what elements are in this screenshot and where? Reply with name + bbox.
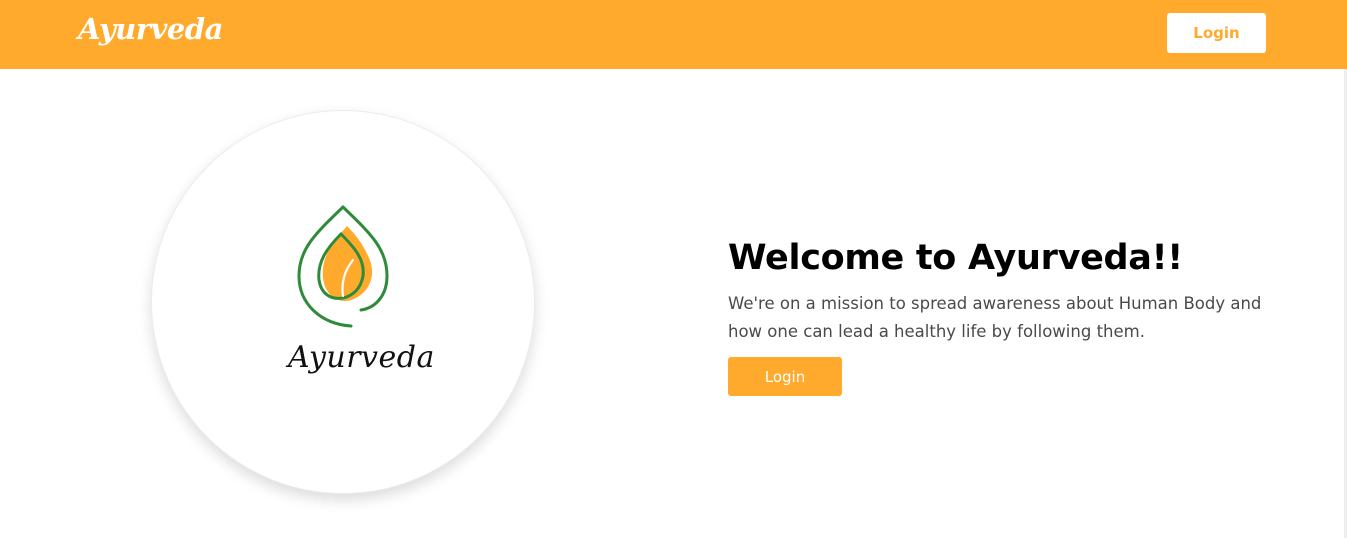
hero-title: Welcome to Ayurveda!! bbox=[728, 238, 1183, 278]
drop-leaf-icon bbox=[297, 205, 389, 328]
logo-text: Ayurveda bbox=[288, 340, 435, 375]
hero-description: We're on a mission to spread awareness a… bbox=[728, 294, 1262, 341]
navbar: Ayurveda Login bbox=[0, 0, 1347, 69]
brand-logo[interactable]: Ayurveda bbox=[78, 12, 223, 46]
hero-login-button[interactable]: Login bbox=[728, 357, 842, 396]
nav-login-button[interactable]: Login bbox=[1167, 13, 1266, 53]
